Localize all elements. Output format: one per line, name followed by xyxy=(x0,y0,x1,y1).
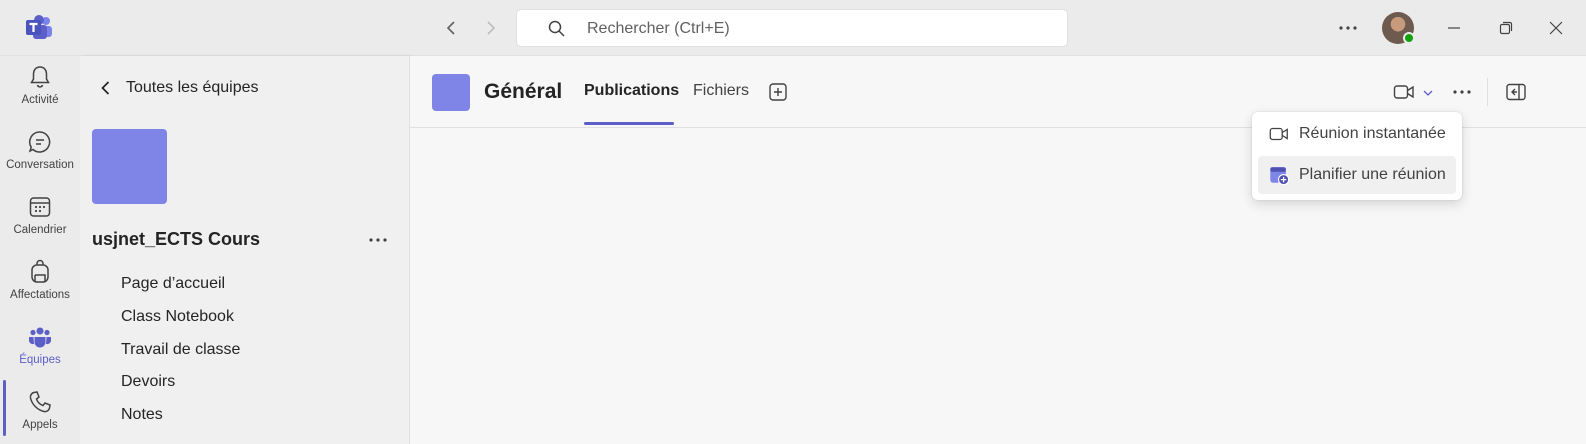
presence-available-icon xyxy=(1403,32,1415,44)
minimize-icon xyxy=(1448,27,1460,29)
calendar-icon xyxy=(29,197,51,217)
active-tab-indicator xyxy=(584,122,674,125)
app-rail: Activité Conversation Calendrier Affecta… xyxy=(0,56,80,444)
close-button[interactable] xyxy=(1542,14,1570,42)
team-pane: Toutes les équipes usjnet_ECTS Cours Pag… xyxy=(80,56,410,444)
search-icon xyxy=(548,20,565,37)
video-camera-icon[interactable] xyxy=(1392,80,1416,104)
minimize-button[interactable] xyxy=(1440,14,1468,42)
teams-icon xyxy=(29,327,51,348)
meet-dropdown-menu: Réunion instantanée Planifier une réunio… xyxy=(1252,112,1462,200)
channel-item-grades[interactable]: Notes xyxy=(121,403,240,436)
channel-avatar xyxy=(432,74,470,111)
chat-icon xyxy=(28,131,51,153)
rail-item-calls[interactable]: Appels xyxy=(0,381,80,443)
calendar-add-icon xyxy=(1270,167,1290,186)
channel-list: Page d’accueil Class Notebook Travail de… xyxy=(121,272,240,436)
restore-icon xyxy=(1499,21,1513,35)
teams-logo-icon[interactable] xyxy=(24,14,54,42)
add-tab-icon[interactable] xyxy=(768,82,788,102)
phone-icon xyxy=(29,391,51,413)
team-more-options-icon[interactable] xyxy=(366,230,390,250)
back-arrow-button[interactable] xyxy=(440,16,464,40)
channel-title: Général xyxy=(484,80,563,103)
close-icon xyxy=(1549,21,1563,35)
chevron-right-icon xyxy=(487,21,496,35)
search-input[interactable]: Rechercher (Ctrl+E) xyxy=(516,9,1068,47)
rail-item-calendar[interactable]: Calendrier xyxy=(0,186,80,248)
rail-item-assignments[interactable]: Affectations xyxy=(0,251,80,313)
channel-item-home[interactable]: Page d’accueil xyxy=(121,272,240,305)
backpack-icon xyxy=(31,259,49,283)
team-name: usjnet_ECTS Cours xyxy=(92,229,261,249)
channel-more-options-icon[interactable] xyxy=(1450,80,1474,104)
more-options-icon[interactable] xyxy=(1336,16,1360,40)
channel-item-assignments[interactable]: Devoirs xyxy=(121,370,240,403)
forward-arrow-button[interactable] xyxy=(478,16,502,40)
tab-files[interactable]: Fichiers xyxy=(693,82,749,100)
chevron-left-icon xyxy=(446,21,455,35)
chevron-left-icon xyxy=(101,81,110,95)
tab-publications[interactable]: Publications xyxy=(584,82,679,100)
video-camera-icon xyxy=(1269,127,1288,141)
menu-item-schedule-meeting[interactable]: Planifier une réunion xyxy=(1258,156,1456,194)
restore-button[interactable] xyxy=(1492,14,1520,42)
rail-item-teams[interactable]: Équipes xyxy=(0,316,80,378)
channel-item-class-notebook[interactable]: Class Notebook xyxy=(121,305,240,338)
back-label: Toutes les équipes xyxy=(126,79,259,96)
header-divider xyxy=(1487,78,1488,106)
rail-item-chat[interactable]: Conversation xyxy=(0,121,80,183)
channel-item-classwork[interactable]: Travail de classe xyxy=(121,338,240,371)
team-avatar xyxy=(92,129,167,204)
bell-icon xyxy=(30,66,50,88)
chevron-down-icon[interactable] xyxy=(1420,80,1436,104)
open-pane-icon[interactable] xyxy=(1504,80,1528,104)
menu-item-instant-meeting[interactable]: Réunion instantanée xyxy=(1258,115,1456,153)
search-placeholder: Rechercher (Ctrl+E) xyxy=(587,20,730,37)
title-bar: Rechercher (Ctrl+E) xyxy=(0,0,1586,56)
rail-item-activity[interactable]: Activité xyxy=(0,56,80,118)
back-to-teams-button[interactable]: Toutes les équipes xyxy=(98,76,259,100)
